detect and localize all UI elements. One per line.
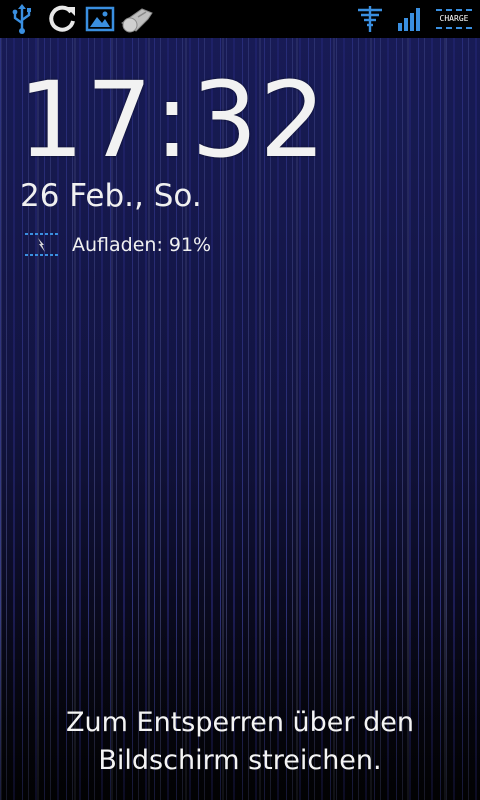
wifi-icon	[358, 6, 382, 32]
whistle-icon	[121, 8, 153, 33]
battery-charging-icon	[25, 233, 59, 256]
sync-icon	[49, 5, 75, 32]
signal-icon	[398, 8, 420, 31]
clock-time: 17:32	[18, 59, 328, 181]
unlock-hint-line1: Zum Entsperren über den	[66, 707, 414, 738]
battery-status-row: Aufladen: 91%	[24, 230, 211, 260]
status-bar[interactable]: CHARGE	[0, 0, 480, 38]
lockscreen[interactable]: 17:32 26 Feb., So. Aufladen: 91% Zum Ent…	[0, 38, 480, 800]
clock-date: 26 Feb., So.	[20, 178, 202, 214]
unlock-hint: Zum Entsperren über den Bildschirm strei…	[0, 704, 480, 780]
unlock-hint-line2: Bildschirm streichen.	[98, 745, 382, 776]
usb-icon	[12, 4, 31, 34]
battery-status-text: Aufladen: 91%	[72, 234, 212, 256]
gallery-icon	[85, 6, 115, 32]
charge-indicator: CHARGE	[434, 6, 474, 32]
